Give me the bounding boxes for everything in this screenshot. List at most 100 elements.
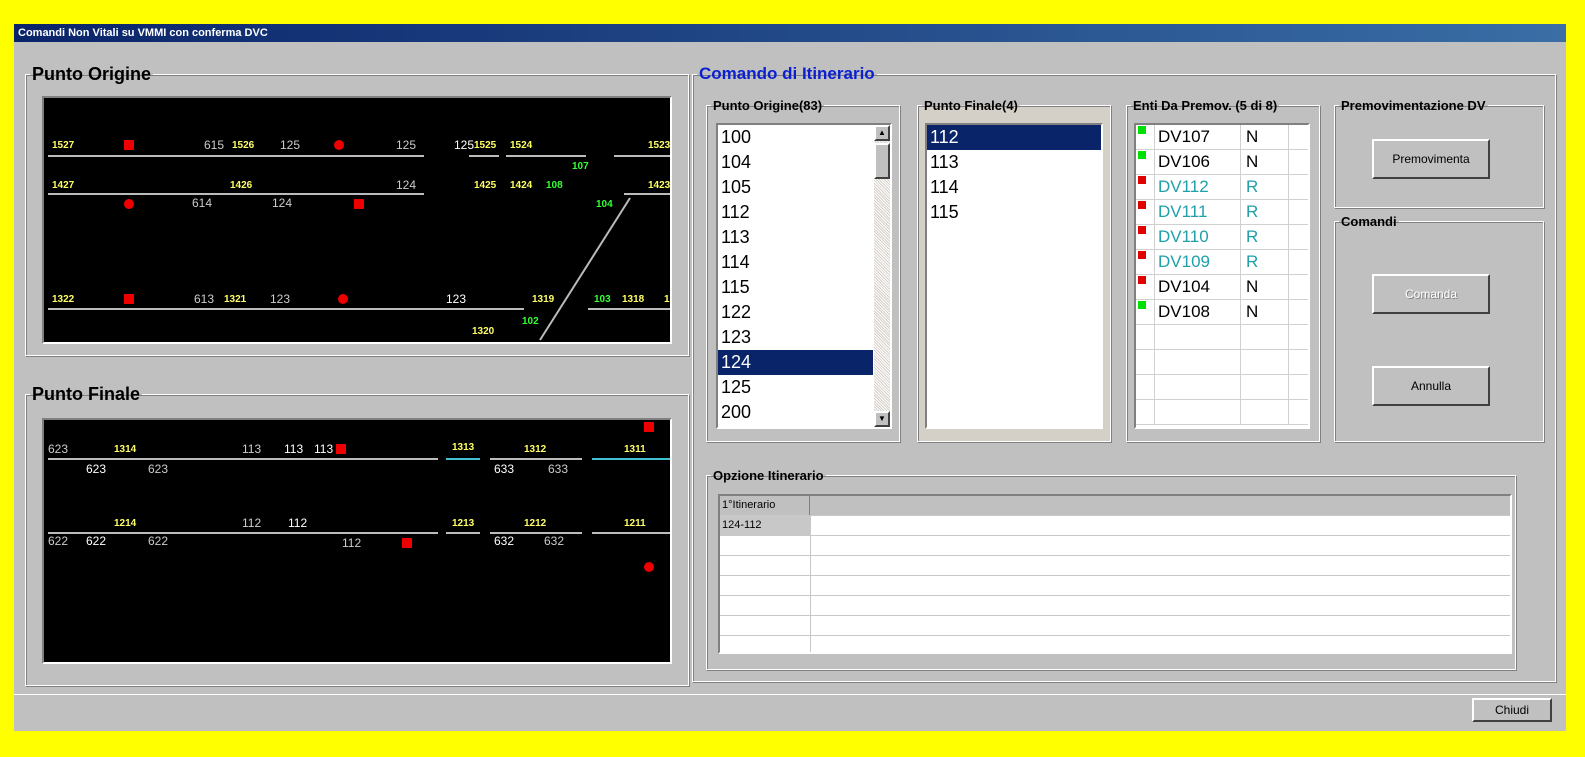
- signal-label: 113: [242, 442, 262, 456]
- table-row[interactable]: DV112 R: [1136, 175, 1308, 200]
- track-label: 1426: [230, 180, 253, 191]
- final-schematic[interactable]: 623 1314 623 623 113 113 113 1313 1312 6…: [42, 418, 672, 664]
- signal-icon: [402, 538, 412, 548]
- status-indicator: [1136, 250, 1155, 274]
- table-row[interactable]: DV108 N: [1136, 300, 1308, 325]
- table-row[interactable]: [1136, 375, 1308, 400]
- close-button[interactable]: Chiudi: [1472, 698, 1552, 722]
- table-row: [720, 536, 1510, 556]
- scrollbar[interactable]: ▲ ▼: [874, 125, 890, 427]
- table-row[interactable]: DV106 N: [1136, 150, 1308, 175]
- scroll-down-icon[interactable]: ▼: [874, 411, 890, 427]
- status-indicator: [1136, 200, 1155, 224]
- origin-schematic[interactable]: 1527 615 1526 125 125 125 1525 1524 1523…: [42, 96, 672, 344]
- opzione-grid[interactable]: 1°Itinerario 124-112: [718, 494, 1512, 654]
- signal-label: 622: [148, 534, 169, 548]
- status-indicator: [1136, 175, 1155, 199]
- dv-state: R: [1246, 227, 1259, 246]
- origin-list-item[interactable]: 125: [718, 375, 873, 400]
- signal-label: 112: [288, 516, 308, 530]
- track-label: 1213: [452, 518, 475, 529]
- signal-icon: [124, 294, 134, 304]
- switch-label: 108: [546, 180, 563, 191]
- final-list-item[interactable]: 115: [927, 200, 1101, 225]
- table-row[interactable]: [1136, 400, 1308, 425]
- dialog-window: Comandi Non Vitali su VMMI con conferma …: [14, 24, 1566, 731]
- final-list-item[interactable]: 113: [927, 150, 1101, 175]
- origin-list-item[interactable]: 122: [718, 300, 873, 325]
- dv-name: [1158, 325, 1242, 349]
- signal-label: 622: [48, 534, 69, 548]
- premovimenta-button[interactable]: Premovimenta: [1372, 139, 1490, 179]
- signal-label: 125: [396, 138, 417, 152]
- signal-label: 113: [284, 442, 304, 456]
- dv-name: DV109: [1158, 252, 1210, 271]
- final-list-item[interactable]: 114: [927, 175, 1101, 200]
- grid-header-cell: 1°Itinerario: [720, 496, 810, 515]
- comanda-button[interactable]: Comanda: [1372, 274, 1490, 314]
- table-row[interactable]: DV111 R: [1136, 200, 1308, 225]
- column-divider: [810, 516, 811, 652]
- comandi-title: Comandi: [1341, 214, 1397, 229]
- table-row[interactable]: DV109 R: [1136, 250, 1308, 275]
- final-list-item[interactable]: 112: [927, 125, 1101, 150]
- status-square-icon: [1138, 226, 1146, 234]
- track-label: 1212: [524, 518, 547, 529]
- origin-list-item[interactable]: 112: [718, 200, 873, 225]
- signal-label: 622: [86, 534, 107, 548]
- status-square-icon: [1138, 151, 1146, 159]
- comandi-group: Comandi: [1334, 214, 1544, 442]
- signal-red-icon: [644, 562, 654, 572]
- signal-icon: [644, 422, 654, 432]
- table-row[interactable]: [1136, 325, 1308, 350]
- origin-list-title: Punto Origine(83): [713, 98, 823, 113]
- status-square-icon: [1138, 251, 1146, 259]
- signal-label: 633: [494, 462, 515, 476]
- table-row[interactable]: [1136, 350, 1308, 375]
- status-indicator: [1136, 350, 1155, 374]
- table-row[interactable]: DV104 N: [1136, 275, 1308, 300]
- table-row[interactable]: 124-112: [720, 516, 1510, 536]
- origin-list-item[interactable]: 105: [718, 175, 873, 200]
- track-label: 1321: [224, 294, 247, 305]
- table-row[interactable]: DV107 N: [1136, 125, 1308, 150]
- origin-list-item[interactable]: 100: [718, 125, 873, 150]
- origin-listbox[interactable]: 100 104 105 112 113 114 115 122 123 124 125 200 ▲ ▼: [716, 123, 892, 429]
- dv-state: [1246, 325, 1286, 349]
- status-square-icon: [1138, 301, 1146, 309]
- status-indicator: [1136, 275, 1155, 299]
- signal-label: 125: [280, 138, 301, 152]
- origin-list-item[interactable]: 115: [718, 275, 873, 300]
- dv-name: DV107: [1158, 127, 1210, 146]
- dv-state: [1246, 375, 1286, 399]
- dv-name: DV111: [1158, 202, 1208, 221]
- dv-name: DV110: [1158, 227, 1209, 246]
- status-indicator: [1136, 375, 1155, 399]
- status-square-icon: [1138, 201, 1146, 209]
- crossover-diagonal: [539, 197, 631, 341]
- origin-list-item[interactable]: 124: [718, 350, 873, 375]
- track-label: 1424: [510, 180, 533, 191]
- origin-list-item[interactable]: 113: [718, 225, 873, 250]
- origin-list-item[interactable]: 200: [718, 400, 873, 425]
- origin-list-item[interactable]: 114: [718, 250, 873, 275]
- track-label: 1427: [52, 180, 75, 191]
- scroll-up-icon[interactable]: ▲: [874, 125, 890, 141]
- scroll-thumb[interactable]: [874, 143, 890, 179]
- table-cell[interactable]: 124-112: [720, 516, 810, 535]
- signal-label: 125: [454, 138, 475, 152]
- origin-list-item[interactable]: 123: [718, 325, 873, 350]
- track-label: 1526: [232, 140, 255, 151]
- signal-label: 623: [148, 462, 169, 476]
- enti-grid[interactable]: DV107 N DV106 N DV112 R DV111 R DV110 R DV109 R DV10…: [1134, 123, 1310, 429]
- table-row[interactable]: DV110 R: [1136, 225, 1308, 250]
- signal-icon: [124, 140, 134, 150]
- annulla-button[interactable]: Annulla: [1372, 366, 1490, 406]
- signal-label: 112: [342, 536, 362, 550]
- status-square-icon: [1138, 276, 1146, 284]
- final-listbox[interactable]: 112 113 114 115: [925, 123, 1103, 429]
- origin-list-item[interactable]: 104: [718, 150, 873, 175]
- dv-state: [1246, 400, 1286, 424]
- signal-label: 632: [544, 534, 565, 548]
- status-indicator: [1136, 150, 1155, 174]
